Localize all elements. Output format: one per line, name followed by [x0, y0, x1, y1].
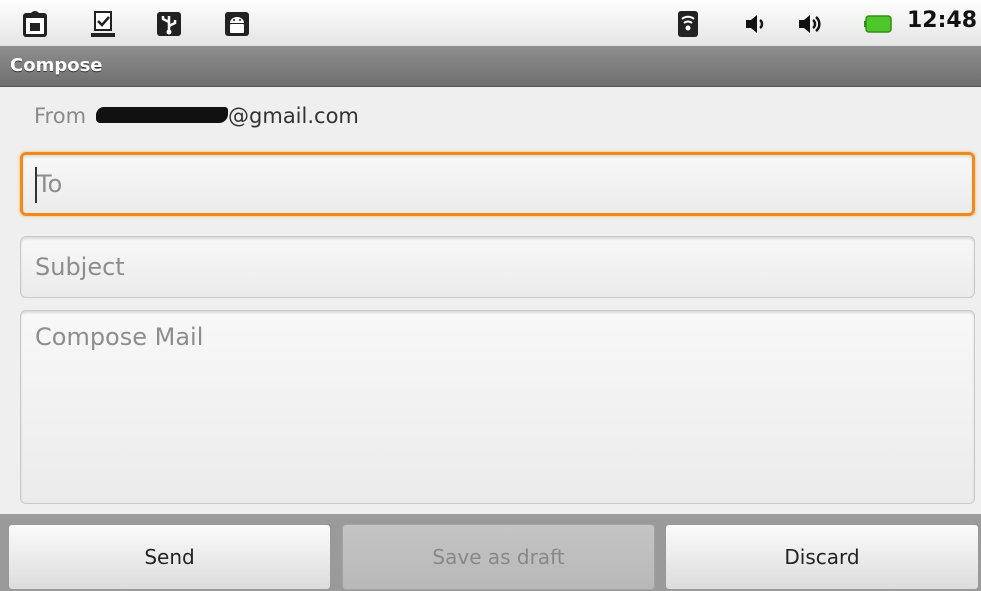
send-button[interactable]: Send: [8, 524, 331, 590]
battery-icon: [864, 15, 892, 33]
redacted-username: [96, 107, 229, 123]
from-line: From @gmail.com: [34, 104, 359, 128]
download-done-icon: [91, 11, 115, 37]
clock: 12:48: [906, 8, 977, 33]
save-draft-button[interactable]: Save as draft: [342, 524, 655, 590]
usb-icon: [157, 12, 181, 36]
subject-field-container: [20, 236, 975, 298]
to-input[interactable]: [23, 155, 972, 213]
volume-icon: [799, 15, 821, 33]
shopping-bag-icon: [23, 11, 47, 37]
status-bar: 12:48: [0, 0, 981, 46]
compose-mail-textarea[interactable]: [21, 311, 974, 503]
from-label: From: [34, 104, 87, 128]
to-field-container: [20, 152, 975, 216]
text-caret: [35, 167, 37, 203]
discard-button[interactable]: Discard: [665, 524, 979, 590]
title-bar: Compose: [0, 46, 981, 87]
button-bar: Send Save as draft Discard: [0, 514, 981, 591]
page-title: Compose: [10, 55, 103, 76]
volume-icon: [746, 15, 764, 33]
subject-input[interactable]: [21, 237, 974, 297]
from-email-domain: @gmail.com: [228, 104, 359, 128]
android-icon: [225, 12, 249, 36]
body-field-container: [20, 310, 975, 504]
wifi-icon: [678, 11, 698, 37]
